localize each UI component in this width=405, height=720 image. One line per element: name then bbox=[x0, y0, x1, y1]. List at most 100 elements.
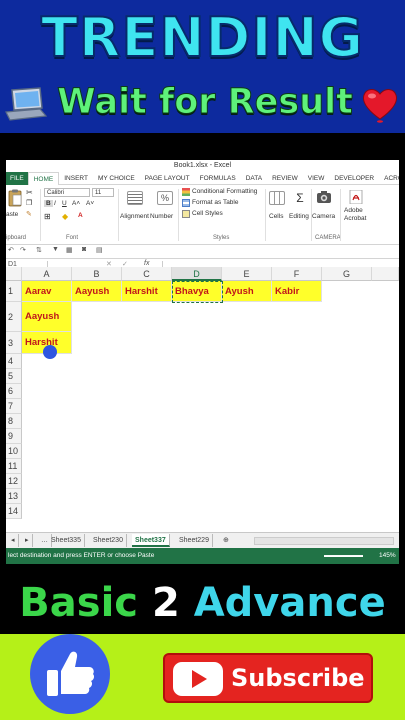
cell-a2[interactable]: Aayush bbox=[22, 302, 72, 332]
cell-styles-button[interactable]: Cell Styles bbox=[192, 210, 223, 217]
row-header[interactable]: 4 bbox=[6, 354, 22, 369]
like-button[interactable] bbox=[30, 634, 110, 714]
subscribe-label: Subscribe bbox=[231, 664, 365, 692]
number-button[interactable]: Number bbox=[150, 213, 173, 220]
conditional-formatting-icon[interactable] bbox=[182, 188, 190, 196]
new-sheet-icon[interactable]: ⊕ bbox=[220, 534, 232, 547]
row-header[interactable]: 7 bbox=[6, 399, 22, 414]
row-header[interactable]: 12 bbox=[6, 474, 22, 489]
editing-button[interactable]: Editing bbox=[289, 213, 309, 220]
cell-b1[interactable]: Aayush bbox=[72, 281, 122, 302]
font-color-icon[interactable]: A bbox=[78, 212, 83, 219]
column-header-e[interactable]: E bbox=[222, 267, 272, 281]
row-header[interactable]: 6 bbox=[6, 384, 22, 399]
sheet-scroll-left-icon[interactable]: ◂ bbox=[8, 534, 19, 547]
column-header-f[interactable]: F bbox=[272, 267, 322, 281]
alignment-icon[interactable] bbox=[127, 191, 143, 205]
cells-button[interactable]: Cells bbox=[269, 213, 283, 220]
conditional-formatting-button[interactable]: Conditional Formatting bbox=[192, 188, 257, 195]
ribbon-separator bbox=[265, 189, 266, 241]
cut-icon[interactable]: ✂ bbox=[26, 188, 33, 197]
row-header[interactable]: 8 bbox=[6, 414, 22, 429]
cell-d1[interactable]: Bhavya bbox=[172, 281, 222, 302]
cells-icon[interactable] bbox=[269, 191, 285, 205]
sheet-tab-335[interactable]: Sheet335 bbox=[48, 534, 85, 547]
tab-home[interactable]: HOME bbox=[27, 171, 60, 185]
zoom-slider[interactable]: ▬▬▬▬▬▬ bbox=[324, 548, 363, 564]
column-header-next[interactable] bbox=[372, 267, 399, 281]
row-header[interactable]: 10 bbox=[6, 444, 22, 459]
row-header[interactable]: 1 bbox=[6, 281, 22, 302]
paste-label[interactable]: aste bbox=[6, 211, 18, 218]
horizontal-scrollbar[interactable] bbox=[254, 537, 394, 545]
quick-access-toolbar: ↶ ↷ ⇅ ▼ ▦ ◙ ▤ bbox=[6, 245, 399, 259]
row-header[interactable]: 13 bbox=[6, 489, 22, 504]
row-header[interactable]: 3 bbox=[6, 332, 22, 354]
format-as-table-button[interactable]: Format as Table bbox=[192, 199, 238, 206]
tab-file[interactable]: FILE bbox=[6, 171, 28, 185]
subscribe-button[interactable]: Subscribe bbox=[163, 653, 373, 703]
decrease-font-icon[interactable]: A˅ bbox=[86, 200, 94, 207]
filter-icon[interactable]: ▼ bbox=[52, 246, 59, 253]
increase-font-icon[interactable]: A˄ bbox=[72, 200, 80, 207]
grid-icon[interactable]: ▤ bbox=[96, 246, 103, 254]
row-header[interactable]: 11 bbox=[6, 459, 22, 474]
tab-formulas[interactable]: FORMULAS bbox=[195, 172, 241, 185]
font-size-box[interactable]: 11 bbox=[92, 188, 114, 197]
camera-button[interactable]: Camera bbox=[312, 213, 335, 220]
column-header-d[interactable]: D bbox=[172, 267, 222, 281]
cell-a1[interactable]: Aarav bbox=[22, 281, 72, 302]
tab-review[interactable]: REVIEW bbox=[267, 172, 303, 185]
editing-icon[interactable]: Σ bbox=[292, 191, 308, 205]
number-format-icon[interactable]: % bbox=[157, 191, 173, 205]
column-header-a[interactable]: A bbox=[22, 267, 72, 281]
row-header[interactable]: 2 bbox=[6, 302, 22, 332]
tab-view[interactable]: VIEW bbox=[303, 172, 330, 185]
alignment-button[interactable]: Alignment bbox=[120, 213, 149, 220]
sheet-tab-229[interactable]: Sheet229 bbox=[176, 534, 213, 547]
row-header[interactable]: 5 bbox=[6, 369, 22, 384]
cell-styles-icon[interactable] bbox=[182, 210, 190, 218]
camera-icon[interactable] bbox=[316, 190, 332, 204]
italic-button[interactable]: I bbox=[54, 200, 56, 207]
wait-row: Wait for Result bbox=[0, 80, 405, 126]
sheet-scroll-right-icon[interactable]: ▸ bbox=[22, 534, 33, 547]
insert-function-icon[interactable]: fx bbox=[144, 260, 149, 267]
clipboard-group-label: ipboard bbox=[6, 235, 27, 241]
sort-icon[interactable]: ⇅ bbox=[36, 246, 42, 254]
tab-data[interactable]: DATA bbox=[241, 172, 267, 185]
row-header[interactable]: 14 bbox=[6, 504, 22, 519]
tab-acrobat[interactable]: ACRO bbox=[379, 172, 399, 185]
bold-button[interactable]: B bbox=[44, 200, 53, 207]
row-header[interactable]: 9 bbox=[6, 429, 22, 444]
zoom-level[interactable]: 145% bbox=[379, 548, 396, 564]
cell-f1[interactable]: Kabir bbox=[272, 281, 322, 302]
tab-my-choice[interactable]: MY CHOICE bbox=[93, 172, 140, 185]
cell-c1[interactable]: Harshit bbox=[122, 281, 172, 302]
format-as-table-icon[interactable] bbox=[182, 199, 190, 207]
sheet-tab-230[interactable]: Sheet230 bbox=[90, 534, 127, 547]
column-header-b[interactable]: B bbox=[72, 267, 122, 281]
column-header-c[interactable]: C bbox=[122, 267, 172, 281]
borders-icon[interactable]: ⊞ bbox=[44, 212, 51, 221]
sheet-tab-337[interactable]: Sheet337 bbox=[132, 534, 170, 547]
redo-icon[interactable]: ↷ bbox=[20, 246, 26, 254]
font-name-box[interactable]: Calibri bbox=[44, 188, 90, 197]
table-icon[interactable]: ▦ bbox=[66, 246, 73, 254]
tab-insert[interactable]: INSERT bbox=[59, 172, 93, 185]
paste-icon[interactable] bbox=[8, 189, 22, 207]
adobe-acrobat-icon[interactable] bbox=[348, 190, 364, 204]
cell-e1[interactable]: Ayush bbox=[222, 281, 272, 302]
copy-icon[interactable]: ❐ bbox=[26, 199, 32, 207]
undo-icon[interactable]: ↶ bbox=[8, 246, 14, 254]
tab-page-layout[interactable]: PAGE LAYOUT bbox=[140, 172, 195, 185]
column-header-g[interactable]: G bbox=[322, 267, 372, 281]
fill-color-icon[interactable]: ◆ bbox=[62, 212, 68, 221]
adobe-acrobat-button[interactable]: Adobe Acrobat bbox=[344, 207, 374, 223]
select-all-corner[interactable] bbox=[6, 267, 22, 281]
format-painter-icon[interactable]: ✎ bbox=[26, 210, 32, 218]
underline-button[interactable]: U bbox=[62, 200, 67, 207]
mouse-cursor-indicator bbox=[43, 345, 57, 359]
tab-developer[interactable]: DEVELOPER bbox=[329, 172, 379, 185]
camera-quick-icon[interactable]: ◙ bbox=[82, 246, 86, 253]
